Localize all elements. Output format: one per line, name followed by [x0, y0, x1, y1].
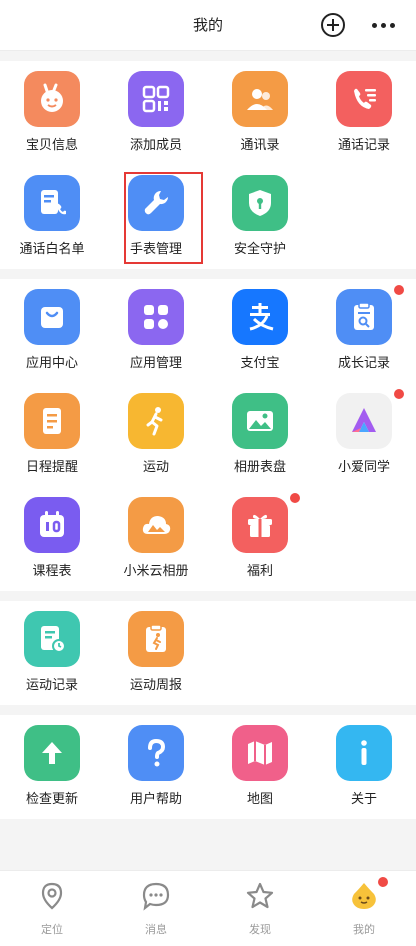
grid-item-label: 通话白名单 — [19, 242, 85, 257]
grid-item[interactable]: 小爱同学 — [312, 383, 416, 487]
grid-item-label: 应用管理 — [129, 356, 182, 371]
location-pin-icon — [37, 881, 67, 911]
grid-item-label: 小米云相册 — [123, 564, 189, 579]
grid-item-label: 应用中心 — [25, 356, 78, 371]
grid-item[interactable]: 应用管理 — [104, 279, 208, 383]
weekly-report-icon — [128, 611, 184, 667]
cloud-album-icon — [128, 497, 184, 553]
star-icon — [245, 881, 275, 911]
grid-item[interactable]: 支付宝 — [208, 279, 312, 383]
notification-dot — [290, 493, 300, 503]
grid-item-label: 相册表盘 — [233, 460, 286, 475]
wrench-icon — [128, 175, 184, 231]
sport-record-icon — [24, 611, 80, 667]
grid-item[interactable]: 用户帮助 — [104, 715, 208, 819]
grid-item[interactable]: 添加成员 — [104, 61, 208, 165]
grid-item[interactable]: 运动周报 — [104, 601, 208, 705]
info-icon — [336, 725, 392, 781]
grid-item-label: 成长记录 — [337, 356, 390, 371]
grid-item[interactable]: 小米云相册 — [104, 487, 208, 591]
bottom-tab-bar: 定位 消息 发现 我的 — [0, 870, 416, 946]
top-bar: 我的 — [0, 0, 416, 51]
gift-icon — [232, 497, 288, 553]
notification-dot — [394, 389, 404, 399]
section-apps: 应用中心 应用管理 支付宝 成长记录日程提醒 运动 相册表盘 小爱同学课程表 小米云相册 福利 — [0, 279, 416, 591]
grid-item-label: 手表管理 — [129, 242, 182, 257]
grid-item[interactable]: 相册表盘 — [208, 383, 312, 487]
grid-item-label: 运动记录 — [25, 678, 78, 693]
grid-item[interactable]: 通话记录 — [312, 61, 416, 165]
grid-item-label: 运动周报 — [129, 678, 182, 693]
tab-label: 发现 — [249, 923, 271, 936]
grid-item[interactable]: 运动记录 — [0, 601, 104, 705]
phone-list-icon — [336, 71, 392, 127]
contacts-icon — [232, 71, 288, 127]
grid-item-label: 添加成员 — [129, 138, 182, 153]
section-sport: 运动记录 运动周报 — [0, 601, 416, 705]
question-icon — [128, 725, 184, 781]
arrow-up-icon — [24, 725, 80, 781]
timetable-icon — [24, 497, 80, 553]
tab-label: 我的 — [353, 923, 375, 936]
grid-item-label: 支付宝 — [240, 356, 280, 371]
xiaoai-icon — [336, 393, 392, 449]
note-icon — [24, 393, 80, 449]
tab-item[interactable]: 我的 — [312, 871, 416, 946]
section-basic: 宝贝信息 添加成员 通讯录 通话记录通话白名单 手表管理 安全守护 — [0, 61, 416, 269]
grid-item-label: 日程提醒 — [25, 460, 78, 475]
shield-icon — [232, 175, 288, 231]
tab-label: 消息 — [145, 923, 167, 936]
grid-item-label: 关于 — [350, 792, 377, 807]
runner-icon — [128, 393, 184, 449]
notification-dot — [394, 285, 404, 295]
grid-item-label: 通话记录 — [337, 138, 390, 153]
grid-item-label: 福利 — [246, 564, 273, 579]
grid-item[interactable]: 运动 — [104, 383, 208, 487]
apps-grid-icon — [128, 289, 184, 345]
add-icon[interactable] — [321, 13, 345, 37]
grid-item[interactable]: 应用中心 — [0, 279, 104, 383]
tab-item[interactable]: 消息 — [104, 871, 208, 946]
alipay-icon — [232, 289, 288, 345]
grid-item[interactable]: 成长记录 — [312, 279, 416, 383]
grid-item[interactable]: 日程提醒 — [0, 383, 104, 487]
grid-item[interactable]: 地图 — [208, 715, 312, 819]
grid-item[interactable]: 课程表 — [0, 487, 104, 591]
grid-item-label: 地图 — [246, 792, 273, 807]
page-title: 我的 — [192, 16, 223, 34]
grid-item-label: 检查更新 — [25, 792, 78, 807]
grid-item[interactable]: 关于 — [312, 715, 416, 819]
grid-item-label: 安全守护 — [233, 242, 286, 257]
grid-item-label: 小爱同学 — [337, 460, 390, 475]
grid-item[interactable]: 通话白名单 — [0, 165, 104, 269]
section-system: 检查更新 用户帮助 地图 关于 — [0, 715, 416, 819]
phone-whitelist-icon — [24, 175, 80, 231]
grid-item[interactable]: 福利 — [208, 487, 312, 591]
chat-bubble-icon — [141, 881, 171, 911]
grid-item[interactable]: 手表管理 — [104, 165, 208, 269]
grid-item[interactable]: 宝贝信息 — [0, 61, 104, 165]
grid-item[interactable]: 通讯录 — [208, 61, 312, 165]
tab-label: 定位 — [41, 923, 63, 936]
grid-item-label: 用户帮助 — [129, 792, 182, 807]
clipboard-search-icon — [336, 289, 392, 345]
mascot-icon — [349, 881, 379, 911]
tab-item[interactable]: 发现 — [208, 871, 312, 946]
grid-item-label: 课程表 — [32, 564, 72, 579]
grid-item-label: 通讯录 — [240, 138, 280, 153]
bag-icon — [24, 289, 80, 345]
grid-item-label: 运动 — [142, 460, 169, 475]
baby-face-icon — [24, 71, 80, 127]
qr-code-icon — [128, 71, 184, 127]
map-icon — [232, 725, 288, 781]
grid-item[interactable]: 检查更新 — [0, 715, 104, 819]
grid-item-label: 宝贝信息 — [25, 138, 78, 153]
more-options-icon[interactable] — [372, 23, 396, 29]
grid-item[interactable]: 安全守护 — [208, 165, 312, 269]
tab-item[interactable]: 定位 — [0, 871, 104, 946]
notification-dot — [378, 877, 388, 887]
picture-icon — [232, 393, 288, 449]
